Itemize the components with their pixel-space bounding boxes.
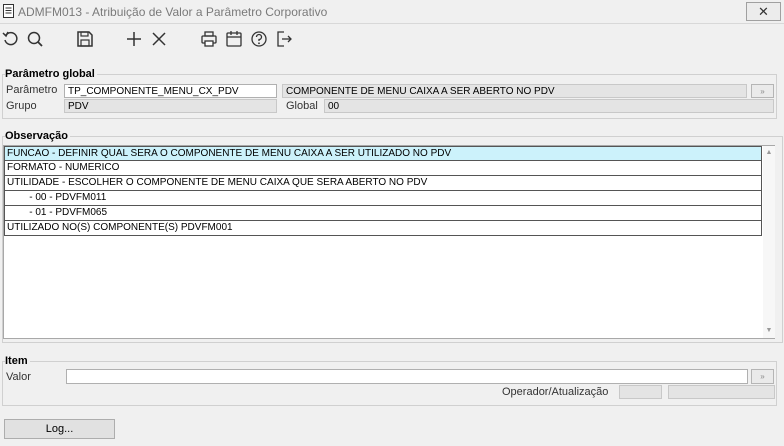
operador-atualizacao-label: Operador/Atualização [502, 386, 609, 398]
document-icon [3, 4, 14, 18]
operador-field [619, 385, 662, 399]
scroll-up-icon[interactable]: ▲ [764, 148, 774, 158]
observacao-line: - 00 - PDVFM011 [4, 191, 762, 206]
exit-icon [277, 31, 292, 47]
save-icon [77, 31, 93, 47]
add-button[interactable] [123, 28, 145, 50]
observacao-line: FUNCAO - DEFINIR QUAL SERA O COMPONENTE … [4, 146, 762, 161]
item-title: Item [5, 355, 30, 367]
printer-icon [201, 31, 217, 47]
observacao-title: Observação [5, 130, 70, 142]
parametro-descricao-field: COMPONENTE DE MENU CAIXA A SER ABERTO NO… [282, 84, 747, 98]
parametro-lookup-button[interactable]: » [751, 84, 774, 98]
help-icon [251, 31, 267, 47]
window-title: ADMFM013 - Atribuição de Valor a Parâmet… [18, 5, 328, 19]
print-button[interactable] [198, 28, 220, 50]
close-window-button[interactable]: ✕ [746, 2, 781, 21]
atualizacao-field [668, 385, 775, 399]
valor-input[interactable] [66, 369, 748, 384]
help-button[interactable] [248, 28, 270, 50]
observacao-scrollbar[interactable]: ▲ ▼ [763, 146, 775, 338]
observacao-line: UTILIZADO NO(S) COMPONENTE(S) PDVFM001 [4, 221, 762, 236]
search-button[interactable] [24, 28, 46, 50]
valor-label: Valor [6, 371, 31, 383]
observacao-line: UTILIDADE - ESCOLHER O COMPONENTE DE MEN… [4, 176, 762, 191]
observacao-text-area[interactable]: FUNCAO - DEFINIR QUAL SERA O COMPONENTE … [3, 145, 775, 339]
search-icon [27, 31, 43, 47]
scroll-down-icon[interactable]: ▼ [764, 326, 774, 336]
title-bar: ADMFM013 - Atribuição de Valor a Parâmet… [0, 0, 784, 24]
parametro-label: Parâmetro [6, 84, 58, 96]
save-button[interactable] [74, 28, 96, 50]
observacao-line: - 01 - PDVFM065 [4, 206, 762, 221]
close-icon: ✕ [758, 3, 769, 19]
grupo-field: PDV [64, 99, 277, 113]
plus-icon [127, 32, 141, 46]
toolbar [0, 26, 784, 56]
global-field: 00 [324, 99, 774, 113]
refresh-icon [2, 31, 18, 46]
grupo-label: Grupo [6, 100, 37, 112]
calendar-icon [226, 31, 242, 47]
log-button[interactable]: Log... [4, 419, 115, 439]
lookup-icon: » [760, 372, 765, 381]
parametro-global-title: Parâmetro global [5, 68, 97, 80]
exit-button[interactable] [273, 28, 295, 50]
lookup-icon: » [760, 86, 765, 96]
observacao-line: FORMATO - NUMERICO [4, 161, 762, 176]
close-icon [152, 32, 166, 46]
parametro-field[interactable]: TP_COMPONENTE_MENU_CX_PDV [64, 84, 277, 98]
global-label: Global [286, 100, 318, 112]
calendar-button[interactable] [223, 28, 245, 50]
refresh-button[interactable] [0, 28, 22, 50]
valor-lookup-button[interactable]: » [751, 369, 774, 384]
delete-button[interactable] [148, 28, 170, 50]
